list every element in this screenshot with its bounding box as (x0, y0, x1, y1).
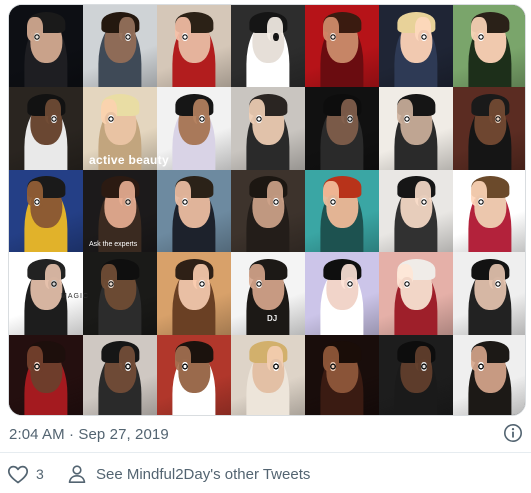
collage-photo-tile (157, 334, 232, 415)
magazine-sub-text: Ask the experts (89, 241, 138, 248)
tweet-actions: 3 See Mindful2Day's other Tweets (0, 460, 531, 488)
tweet-timestamp[interactable]: 2:04 AM · Sep 27, 2019 (9, 426, 169, 443)
info-circle-icon[interactable] (503, 423, 523, 443)
collage-photo-tile (9, 169, 84, 253)
heart-outline-icon[interactable] (6, 462, 30, 486)
collage-photo-tile (9, 87, 84, 171)
collage-photo-tile (305, 334, 380, 415)
collage-photo-tile (231, 5, 306, 88)
collage-photo-tile (231, 169, 306, 253)
collage-photo-tile (157, 5, 232, 88)
collage-photo-tile (305, 169, 380, 253)
collage-photo-tile (379, 334, 454, 415)
see-other-tweets-link[interactable]: See Mindful2Day's other Tweets (66, 462, 310, 486)
collage-photo-tile (305, 87, 380, 171)
tweet-media-collage[interactable]: active beauty Ask the experts MAGIC DJ (8, 4, 526, 416)
collage-photo-tile (453, 5, 525, 88)
person-outline-icon (66, 463, 88, 485)
like-count: 3 (36, 466, 44, 482)
collage-photo-tile (83, 334, 158, 415)
collage-photo-tile (157, 252, 232, 336)
collage-photo-tile (379, 5, 454, 88)
collage-photo-tile (379, 252, 454, 336)
dj-tag-text: DJ (267, 314, 278, 323)
collage-photo-tile (9, 334, 84, 415)
collage-photo-tile (83, 252, 158, 336)
collage-photo-tile (9, 5, 84, 88)
collage-photo-tile (157, 169, 232, 253)
collage-photo-tile (453, 252, 525, 336)
collage-photo-tile (305, 252, 380, 336)
collage-photo-tile (453, 169, 525, 253)
collage-photo-tile (453, 87, 525, 171)
collage-photo-tile (305, 5, 380, 88)
collage-photo-tile (231, 334, 306, 415)
see-other-tweets-label: See Mindful2Day's other Tweets (96, 465, 311, 483)
collage-photo-tile (379, 169, 454, 253)
collage-photo-tile (379, 87, 454, 171)
divider (0, 452, 531, 453)
magazine-title-text: active beauty (89, 153, 169, 167)
collage-photo-tile (231, 87, 306, 171)
magic-word-text: MAGIC (61, 293, 89, 300)
collage-photo-tile (83, 5, 158, 88)
collage-grid (9, 5, 525, 415)
collage-photo-tile (453, 334, 525, 415)
tweet-card: active beauty Ask the experts MAGIC DJ 2… (0, 0, 531, 493)
